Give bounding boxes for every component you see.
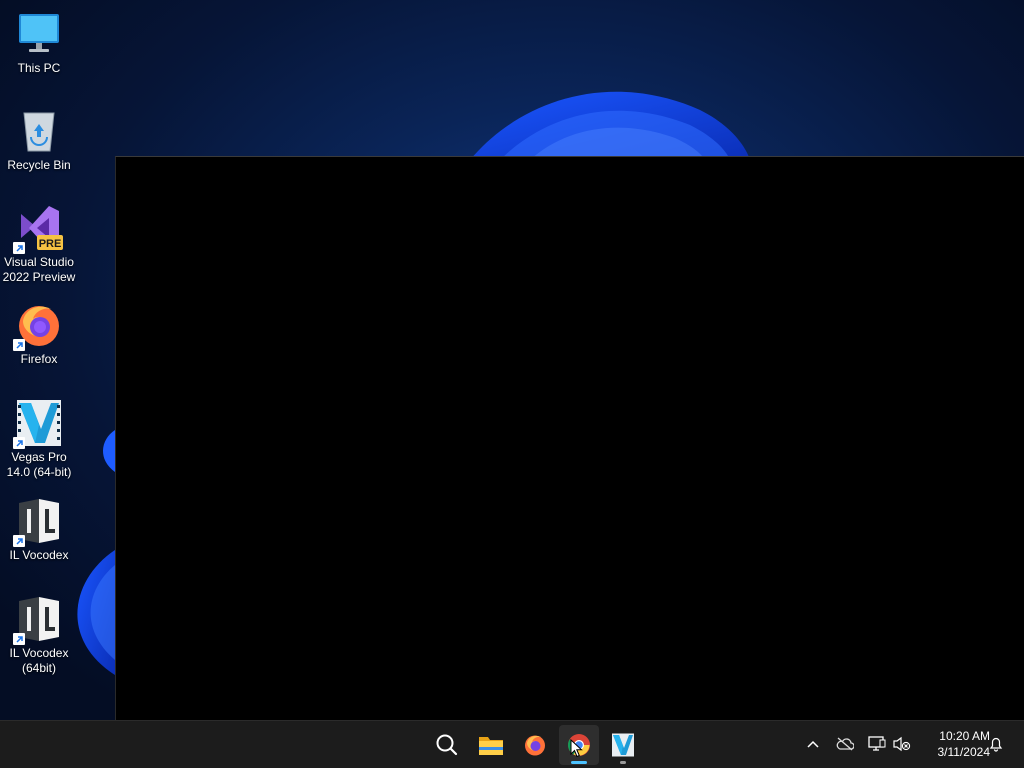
desktop: This PC Recycle Bin PRE Visual Studio 20… bbox=[0, 0, 1024, 720]
blank-app-window[interactable] bbox=[115, 156, 1024, 720]
notification-bell-icon bbox=[989, 737, 1003, 752]
volume-tray-button[interactable] bbox=[891, 733, 913, 755]
desktop-icon-firefox[interactable]: Firefox bbox=[2, 301, 76, 367]
taskbar-search-button[interactable] bbox=[427, 725, 467, 765]
taskbar-vegas-pro-button[interactable] bbox=[603, 725, 643, 765]
desktop-icon-visual-studio-preview[interactable]: PRE Visual Studio 2022 Preview bbox=[2, 204, 76, 285]
desktop-icon-label: IL Vocodex (64bit) bbox=[9, 646, 69, 675]
shortcut-arrow-icon bbox=[13, 242, 25, 254]
desktop-icon-il-vocodex[interactable]: IL Vocodex bbox=[2, 497, 76, 563]
recycle-bin-icon bbox=[15, 107, 63, 155]
shortcut-arrow-icon bbox=[13, 339, 25, 351]
pre-badge: PRE bbox=[39, 238, 62, 250]
desktop-icon-label: This PC bbox=[17, 61, 61, 75]
taskbar-chrome-button[interactable] bbox=[559, 725, 599, 765]
network-tray-button[interactable] bbox=[866, 733, 888, 755]
search-icon bbox=[436, 734, 458, 756]
clock-date: 3/11/2024 bbox=[937, 745, 991, 759]
desktop-icon-vegas-pro[interactable]: Vegas Pro 14.0 (64-bit) bbox=[2, 399, 76, 480]
firefox-icon bbox=[525, 735, 545, 756]
desktop-icon-il-vocodex-64bit[interactable]: IL Vocodex (64bit) bbox=[2, 595, 76, 676]
desktop-icon-label: IL Vocodex bbox=[9, 548, 69, 562]
desktop-icon-recycle-bin[interactable]: Recycle Bin bbox=[2, 107, 76, 173]
taskbar-clock[interactable]: 10:20 AM 3/11/2024 bbox=[918, 728, 991, 760]
clock-time: 10:20 AM bbox=[939, 729, 990, 743]
visual-studio-icon: PRE bbox=[13, 204, 63, 254]
show-hidden-icons-button[interactable] bbox=[802, 733, 824, 755]
taskbar-firefox-button[interactable] bbox=[515, 725, 555, 765]
chevron-up-icon bbox=[807, 740, 819, 748]
network-icon bbox=[868, 736, 886, 751]
vegas-pro-icon bbox=[612, 733, 634, 757]
desktop-icon-label: Recycle Bin bbox=[7, 158, 71, 172]
notifications-button[interactable] bbox=[985, 733, 1007, 755]
folder-icon bbox=[479, 737, 503, 755]
onedrive-offline-icon bbox=[836, 737, 854, 751]
volume-muted-icon bbox=[893, 736, 911, 752]
desktop-icon-this-pc[interactable]: This PC bbox=[2, 10, 76, 76]
desktop-icon-label: Visual Studio 2022 Preview bbox=[2, 255, 76, 284]
mouse-cursor-icon bbox=[570, 739, 583, 758]
shortcut-arrow-icon bbox=[13, 633, 25, 645]
taskbar: 10:20 AM 3/11/2024 bbox=[0, 720, 1024, 768]
desktop-icon-label: Firefox bbox=[20, 352, 58, 366]
active-app-indicator bbox=[571, 761, 587, 764]
il-vocodex-icon bbox=[13, 497, 63, 547]
taskbar-file-explorer-button[interactable] bbox=[471, 725, 511, 765]
il-vocodex-icon bbox=[13, 595, 63, 645]
desktop-icon-label: Vegas Pro 14.0 (64-bit) bbox=[6, 450, 72, 479]
onedrive-tray-button[interactable] bbox=[834, 733, 856, 755]
shortcut-arrow-icon bbox=[13, 535, 25, 547]
shortcut-arrow-icon bbox=[13, 437, 25, 449]
running-app-indicator bbox=[620, 761, 626, 764]
vegas-pro-icon bbox=[13, 399, 63, 449]
firefox-icon bbox=[13, 301, 63, 351]
monitor-icon bbox=[15, 10, 63, 58]
